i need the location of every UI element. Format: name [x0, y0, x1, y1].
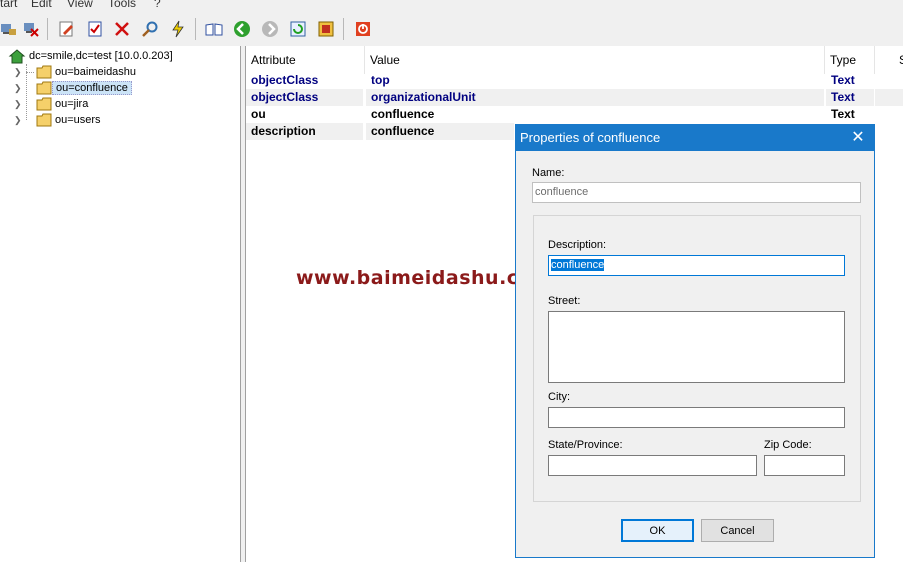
toolbar-separator — [47, 18, 48, 40]
stop-icon[interactable] — [354, 20, 372, 38]
table-row[interactable]: objectClass top Text — [246, 72, 903, 89]
book-icon[interactable] — [205, 20, 223, 38]
tree-item-label: ou=users — [55, 114, 101, 126]
menu-start[interactable]: tart — [0, 0, 17, 10]
menu-edit[interactable]: Edit — [31, 0, 52, 10]
menu-bar: tart Edit View Tools ? — [0, 0, 903, 12]
table-row[interactable]: objectClass organizationalUnit Text — [246, 89, 903, 106]
directory-tree: dc=smile,dc=test [10.0.0.203] ❯ ou=baime… — [0, 46, 240, 562]
attribute-cell: ou — [251, 107, 266, 121]
city-field[interactable] — [548, 407, 845, 428]
tree-item-users[interactable]: ❯ ou=users — [14, 112, 104, 128]
street-label: Street: — [548, 295, 581, 307]
chevron-right-icon[interactable]: ❯ — [14, 68, 22, 77]
folder-icon — [36, 81, 52, 95]
zip-field[interactable] — [764, 455, 845, 476]
chevron-right-icon[interactable]: ❯ — [14, 116, 22, 125]
menu-help[interactable]: ? — [154, 0, 161, 10]
folder-icon — [36, 113, 52, 127]
tree-item-baimeidashu[interactable]: ❯ ou=baimeidashu — [14, 64, 139, 80]
tree-root[interactable]: dc=smile,dc=test [10.0.0.203] — [8, 48, 176, 64]
value-cell: confluence — [371, 107, 435, 121]
attribute-cell: objectClass — [246, 89, 363, 106]
street-field[interactable] — [548, 311, 845, 383]
toolbar-separator — [195, 18, 196, 40]
tree-item-label: ou=jira — [55, 98, 89, 110]
connect-icon[interactable] — [0, 20, 18, 38]
description-label: Description: — [548, 239, 607, 251]
type-cell: Text — [826, 89, 874, 106]
value-cell: top — [371, 73, 390, 87]
name-label: Name: — [532, 167, 565, 179]
column-header-attribute[interactable]: Attribute — [246, 46, 365, 74]
attribute-cell: objectClass — [251, 73, 319, 87]
cancel-button[interactable]: Cancel — [701, 519, 774, 542]
server-icon — [8, 49, 26, 64]
description-value: confluence — [551, 259, 605, 271]
column-header-type[interactable]: Type — [825, 46, 875, 74]
tree-item-confluence[interactable]: ❯ ou=confluence — [14, 80, 132, 96]
folder-icon — [36, 97, 52, 111]
chevron-right-icon[interactable]: ❯ — [14, 84, 22, 93]
zip-label: Zip Code: — [764, 439, 812, 451]
city-label: City: — [548, 391, 570, 403]
schema-icon[interactable] — [317, 20, 335, 38]
tree-item-label: ou=baimeidashu — [55, 66, 137, 78]
toolbar — [0, 12, 903, 47]
value-cell: organizationalUnit — [366, 89, 824, 106]
disconnect-icon[interactable] — [22, 20, 40, 38]
properties-icon[interactable] — [86, 20, 104, 38]
value-cell: confluence — [366, 123, 514, 140]
search-icon[interactable] — [141, 20, 159, 38]
back-icon[interactable] — [233, 20, 251, 38]
tree-line — [26, 72, 34, 73]
name-field[interactable]: confluence — [532, 182, 861, 203]
properties-dialog: Properties of confluence ✕ Name: conflue… — [515, 124, 875, 558]
type-cell: Text — [831, 107, 855, 121]
edit-icon[interactable] — [58, 20, 76, 38]
state-label: State/Province: — [548, 439, 623, 451]
table-row[interactable]: ou confluence Text — [246, 106, 903, 123]
column-header-size[interactable]: S — [875, 46, 903, 74]
menu-view[interactable]: View — [67, 0, 93, 10]
refresh-icon[interactable] — [289, 20, 307, 38]
tree-item-label: ou=confluence — [52, 81, 132, 95]
column-header-value[interactable]: Value — [365, 46, 825, 74]
folder-icon — [36, 65, 52, 79]
flash-icon[interactable] — [169, 20, 187, 38]
type-cell: Text — [831, 73, 855, 87]
ok-button[interactable]: OK — [621, 519, 694, 542]
delete-icon[interactable] — [113, 20, 131, 38]
state-field[interactable] — [548, 455, 757, 476]
description-field[interactable]: confluence — [548, 255, 845, 276]
attribute-cell: description — [246, 123, 363, 140]
dialog-title: Properties of confluence — [516, 125, 874, 151]
size-cell — [875, 89, 903, 106]
toolbar-separator — [343, 18, 344, 40]
tree-root-label: dc=smile,dc=test [10.0.0.203] — [29, 50, 173, 62]
forward-icon[interactable] — [261, 20, 279, 38]
menu-tools[interactable]: Tools — [108, 0, 136, 10]
chevron-right-icon[interactable]: ❯ — [14, 100, 22, 109]
tree-item-jira[interactable]: ❯ ou=jira — [14, 96, 91, 112]
close-icon[interactable]: ✕ — [850, 125, 866, 151]
